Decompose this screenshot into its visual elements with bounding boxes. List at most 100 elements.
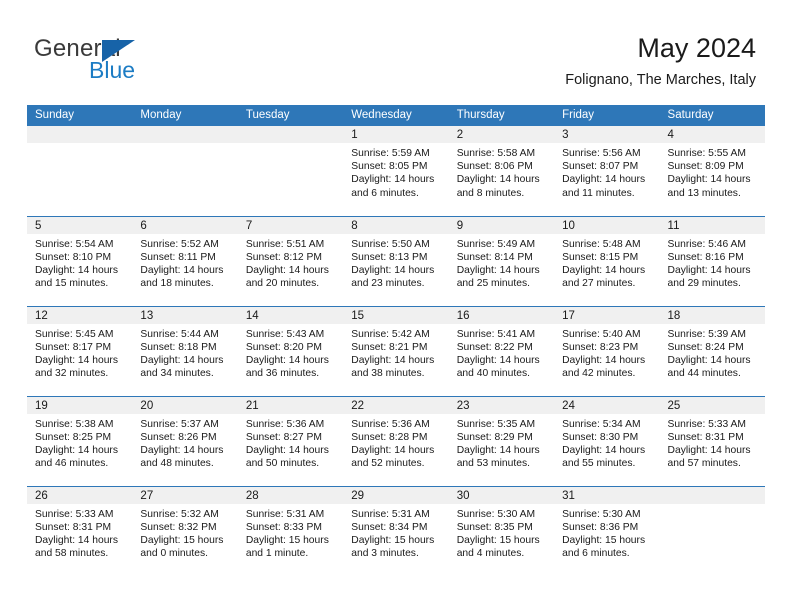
daylight-text: Daylight: 14 hours and 8 minutes.: [456, 174, 540, 199]
sunrise-text: Sunrise: 5:31 AM: [245, 508, 325, 520]
sunset-text: Sunset: 8:25 PM: [35, 431, 112, 443]
day-details: Sunrise: 5:37 AM Sunset: 8:26 PM Daylight:…: [132, 414, 237, 471]
calendar-day-cell[interactable]: 25 Sunrise: 5:33 AM Sunset: 8:31 PM Dayligh…: [659, 395, 765, 486]
sunrise-text: Sunrise: 5:34 AM: [562, 418, 641, 430]
day-details: Sunrise: 5:30 AM Sunset: 8:36 PM Daylight:…: [554, 504, 659, 561]
sunrise-text: Sunrise: 5:39 AM: [667, 328, 746, 340]
calendar-body: 1 Sunrise: 5:59 AM Sunset: 8:05 PM Daylight…: [27, 126, 765, 576]
calendar-day-cell[interactable]: 1 Sunrise: 5:59 AM Sunset: 8:05 PM Daylight…: [343, 126, 449, 216]
calendar-day-cell[interactable]: 16 Sunrise: 5:41 AM Sunset: 8:22 PM Dayligh…: [448, 305, 555, 396]
sunset-text: Sunset: 8:27 PM: [245, 431, 322, 443]
daylight-text: Daylight: 14 hours and 42 minutes.: [562, 354, 646, 380]
daylight-text: Daylight: 14 hours and 46 minutes.: [35, 444, 118, 470]
general-blue-logo[interactable]: General Blue: [34, 36, 224, 88]
sunrise-text: Sunrise: 5:51 AM: [245, 238, 325, 250]
day-number: 4: [659, 126, 765, 143]
sunset-text: Sunset: 8:16 PM: [667, 251, 744, 263]
day-details: Sunrise: 5:59 AM Sunset: 8:05 PM Daylight:…: [343, 143, 448, 200]
day-number: 9: [448, 216, 555, 234]
calendar-day-cell[interactable]: 24 Sunrise: 5:34 AM Sunset: 8:30 PM Dayligh…: [554, 395, 660, 486]
sunrise-text: Sunrise: 5:38 AM: [35, 418, 114, 430]
day-number: 26: [27, 486, 133, 504]
calendar-day-cell[interactable]: 3 Sunrise: 5:56 AM Sunset: 8:07 PM Daylight…: [554, 126, 660, 216]
calendar-day-cell[interactable]: 11 Sunrise: 5:46 AM Sunset: 8:16 PM Dayligh…: [659, 215, 765, 306]
day-number: 30: [448, 486, 555, 504]
weekday-header-saturday: Saturday: [659, 105, 765, 126]
daylight-text: Daylight: 14 hours and 52 minutes.: [351, 444, 435, 470]
daylight-text: Daylight: 14 hours and 18 minutes.: [140, 264, 224, 290]
sunset-text: Sunset: 8:15 PM: [562, 251, 639, 263]
day-details: Sunrise: 5:44 AM Sunset: 8:18 PM Daylight:…: [132, 324, 237, 381]
day-number: 1: [343, 126, 449, 143]
sunrise-text: Sunrise: 5:40 AM: [562, 328, 641, 340]
calendar-day-cell[interactable]: 19 Sunrise: 5:38 AM Sunset: 8:25 PM Dayligh…: [27, 395, 133, 486]
day-number: 2: [448, 126, 555, 143]
sunrise-text: Sunrise: 5:37 AM: [140, 418, 219, 430]
calendar-day-cell[interactable]: 9 Sunrise: 5:49 AM Sunset: 8:14 PM Daylight…: [448, 215, 555, 306]
daylight-text: Daylight: 14 hours and 11 minutes.: [562, 174, 646, 199]
calendar-day-cell-empty: [237, 126, 344, 216]
sunset-text: Sunset: 8:05 PM: [351, 161, 428, 173]
calendar-day-cell[interactable]: 7 Sunrise: 5:51 AM Sunset: 8:12 PM Daylight…: [237, 215, 344, 306]
sunset-text: Sunset: 8:31 PM: [667, 431, 744, 443]
daylight-text: Daylight: 15 hours and 4 minutes.: [456, 534, 540, 560]
calendar-day-cell[interactable]: 26 Sunrise: 5:33 AM Sunset: 8:31 PM Dayligh…: [27, 485, 133, 576]
sunrise-text: Sunrise: 5:45 AM: [35, 328, 114, 340]
day-number: 18: [659, 306, 765, 324]
calendar-day-cell[interactable]: 27 Sunrise: 5:32 AM Sunset: 8:32 PM Dayligh…: [132, 485, 238, 576]
day-details: Sunrise: 5:42 AM Sunset: 8:21 PM Daylight:…: [343, 324, 448, 381]
calendar-day-cell[interactable]: 6 Sunrise: 5:52 AM Sunset: 8:11 PM Daylight…: [132, 215, 238, 306]
calendar-day-cell[interactable]: 21 Sunrise: 5:36 AM Sunset: 8:27 PM Dayligh…: [237, 395, 344, 486]
day-details: Sunrise: 5:41 AM Sunset: 8:22 PM Daylight:…: [449, 324, 554, 381]
daylight-text: Daylight: 14 hours and 23 minutes.: [351, 264, 435, 290]
calendar-day-cell[interactable]: 17 Sunrise: 5:40 AM Sunset: 8:23 PM Dayligh…: [554, 305, 660, 396]
sunrise-text: Sunrise: 5:33 AM: [667, 418, 746, 430]
day-number: 24: [554, 396, 660, 414]
calendar-week-row: 19 Sunrise: 5:38 AM Sunset: 8:25 PM Dayligh…: [27, 395, 765, 486]
calendar-day-cell[interactable]: 10 Sunrise: 5:48 AM Sunset: 8:15 PM Dayligh…: [554, 215, 660, 306]
sunset-text: Sunset: 8:22 PM: [456, 341, 533, 353]
day-details: Sunrise: 5:31 AM Sunset: 8:33 PM Daylight:…: [238, 504, 343, 561]
sunset-text: Sunset: 8:06 PM: [456, 161, 533, 173]
day-number: 8: [343, 216, 449, 234]
sunset-text: Sunset: 8:33 PM: [245, 521, 322, 533]
daylight-text: Daylight: 14 hours and 13 minutes.: [667, 174, 751, 199]
calendar-day-cell[interactable]: 8 Sunrise: 5:50 AM Sunset: 8:13 PM Daylight…: [343, 215, 449, 306]
calendar-day-cell[interactable]: 31 Sunrise: 5:30 AM Sunset: 8:36 PM Dayligh…: [554, 485, 660, 576]
calendar-day-cell[interactable]: 20 Sunrise: 5:37 AM Sunset: 8:26 PM Dayligh…: [132, 395, 238, 486]
day-number: 7: [237, 216, 344, 234]
calendar-day-cell[interactable]: 22 Sunrise: 5:36 AM Sunset: 8:28 PM Dayligh…: [343, 395, 449, 486]
title-block: May 2024 Folignano, The Marches, Italy: [565, 32, 756, 90]
sunset-text: Sunset: 8:24 PM: [667, 341, 744, 353]
sunset-text: Sunset: 8:35 PM: [456, 521, 533, 533]
day-details: Sunrise: 5:32 AM Sunset: 8:32 PM Daylight:…: [132, 504, 237, 561]
sunrise-text: Sunrise: 5:30 AM: [456, 508, 536, 520]
calendar-day-cell[interactable]: 5 Sunrise: 5:54 AM Sunset: 8:10 PM Daylight…: [27, 215, 133, 306]
calendar-day-cell[interactable]: 4 Sunrise: 5:55 AM Sunset: 8:09 PM Daylight…: [659, 126, 765, 216]
calendar-day-cell[interactable]: 29 Sunrise: 5:31 AM Sunset: 8:34 PM Dayligh…: [343, 485, 449, 576]
daylight-text: Daylight: 14 hours and 6 minutes.: [351, 174, 435, 199]
day-number: 10: [554, 216, 660, 234]
sunrise-text: Sunrise: 5:48 AM: [562, 238, 641, 250]
day-details: Sunrise: 5:50 AM Sunset: 8:13 PM Daylight:…: [343, 234, 448, 291]
sunrise-text: Sunrise: 5:50 AM: [351, 238, 430, 250]
weekday-header-sunday: Sunday: [27, 105, 133, 126]
sunrise-text: Sunrise: 5:41 AM: [456, 328, 536, 340]
weekday-header-wednesday: Wednesday: [343, 105, 449, 126]
day-number: 3: [554, 126, 660, 143]
calendar-day-cell[interactable]: 30 Sunrise: 5:30 AM Sunset: 8:35 PM Dayligh…: [448, 485, 555, 576]
calendar-day-cell[interactable]: 28 Sunrise: 5:31 AM Sunset: 8:33 PM Dayligh…: [237, 485, 344, 576]
calendar-day-cell[interactable]: 23 Sunrise: 5:35 AM Sunset: 8:29 PM Dayligh…: [448, 395, 555, 486]
sunrise-text: Sunrise: 5:35 AM: [456, 418, 536, 430]
day-details: Sunrise: 5:43 AM Sunset: 8:20 PM Daylight:…: [238, 324, 343, 381]
logo-text-blue: Blue: [89, 57, 136, 83]
calendar-day-cell[interactable]: 18 Sunrise: 5:39 AM Sunset: 8:24 PM Dayligh…: [659, 305, 765, 396]
daylight-text: Daylight: 15 hours and 0 minutes.: [140, 534, 224, 560]
calendar-day-cell[interactable]: 12 Sunrise: 5:45 AM Sunset: 8:17 PM Dayligh…: [27, 305, 133, 396]
sunrise-text: Sunrise: 5:55 AM: [667, 148, 746, 159]
calendar-day-cell[interactable]: 2 Sunrise: 5:58 AM Sunset: 8:06 PM Daylight…: [448, 126, 555, 216]
calendar-week-row: 1 Sunrise: 5:59 AM Sunset: 8:05 PM Daylight…: [27, 126, 765, 216]
calendar-day-cell[interactable]: 13 Sunrise: 5:44 AM Sunset: 8:18 PM Dayligh…: [132, 305, 238, 396]
calendar-day-cell[interactable]: 15 Sunrise: 5:42 AM Sunset: 8:21 PM Dayligh…: [343, 305, 449, 396]
calendar-day-cell[interactable]: 14 Sunrise: 5:43 AM Sunset: 8:20 PM Dayligh…: [237, 305, 344, 396]
